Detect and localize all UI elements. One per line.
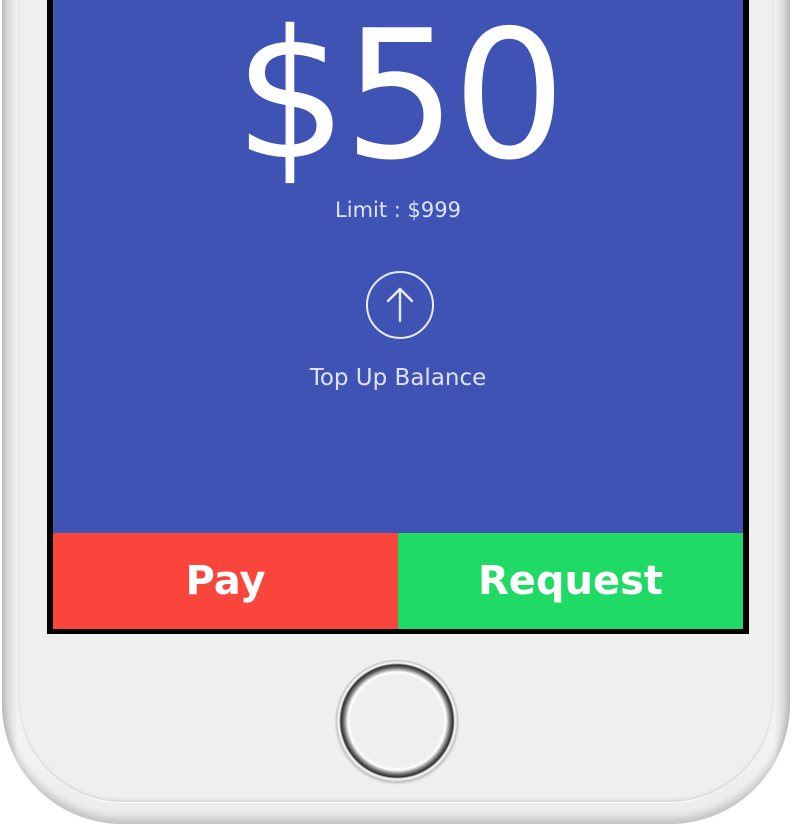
balance-amount: $50: [234, 0, 566, 199]
limit-label: Limit : $999: [335, 198, 461, 222]
action-bar: Pay Request: [53, 533, 743, 629]
wallet-screen: $50 Limit : $999 Top Up Balance Pay Requ…: [53, 0, 743, 629]
request-button[interactable]: Request: [398, 533, 743, 629]
phone-screen: $50 Limit : $999 Top Up Balance Pay Requ…: [47, 0, 749, 634]
home-button[interactable]: [336, 660, 458, 782]
pay-button[interactable]: Pay: [53, 533, 398, 629]
phone-frame: $50 Limit : $999 Top Up Balance Pay Requ…: [2, 0, 790, 824]
arrow-up-icon: [386, 287, 414, 323]
top-up-balance-link[interactable]: Top Up Balance: [53, 365, 743, 391]
top-up-button[interactable]: [366, 271, 434, 339]
